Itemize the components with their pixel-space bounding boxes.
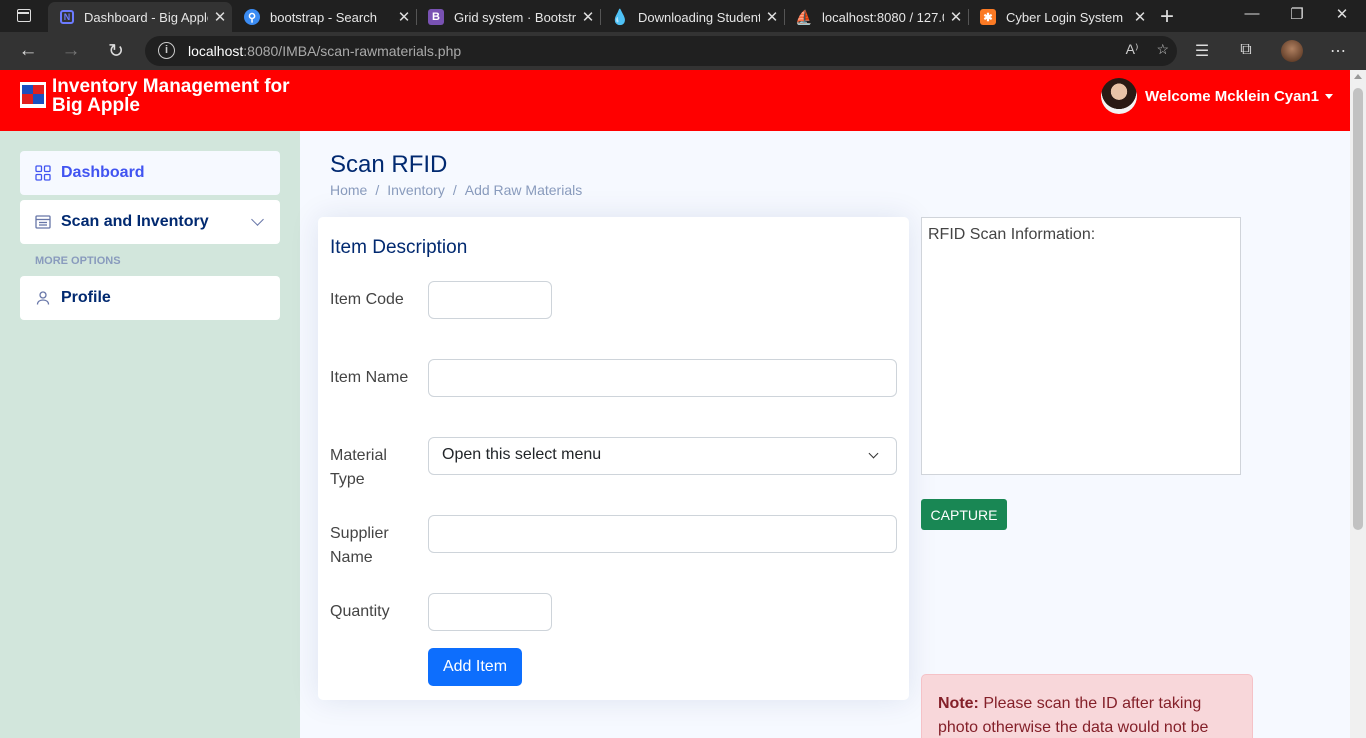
material-type-select[interactable]: Open this select menu <box>428 437 897 475</box>
web-page: Inventory Management for Big Apple Welco… <box>0 70 1350 738</box>
chevron-down-icon <box>868 448 879 459</box>
refresh-icon[interactable]: ↻ <box>104 40 128 63</box>
browser-toolbar: ← → ↻ i localhost:8080/IMBA/scan-rawmate… <box>0 32 1366 70</box>
caret-down-icon <box>1325 93 1333 99</box>
item-name-input[interactable] <box>428 359 897 397</box>
tab-phpmyadmin[interactable]: ⛵ localhost:8080 / 127.0 ✕ <box>784 2 968 32</box>
grid-icon <box>35 165 51 181</box>
tab-title: localhost:8080 / 127.0 <box>822 9 944 25</box>
quantity-label: Quantity <box>330 603 390 620</box>
url-actions: A⁾ ☆ <box>1126 41 1169 58</box>
item-code-input[interactable] <box>428 281 552 319</box>
close-icon[interactable]: ✕ <box>208 8 232 26</box>
avatar <box>1101 78 1138 114</box>
close-icon[interactable]: ✕ <box>392 8 416 26</box>
page-scrollbar[interactable] <box>1350 70 1366 738</box>
layout-icon <box>35 214 51 230</box>
note-alert: Note: Please scan the ID after taking ph… <box>921 674 1253 738</box>
breadcrumb-inventory[interactable]: Inventory <box>387 182 445 198</box>
add-item-button[interactable]: Add Item <box>428 648 522 686</box>
breadcrumb-separator: / <box>375 182 380 198</box>
breadcrumb-home[interactable]: Home <box>330 182 367 198</box>
item-code-label: Item Code <box>330 291 404 308</box>
user-menu-toggle[interactable]: Welcome Mcklein Cyan1 <box>1101 78 1333 114</box>
tab-bootstrap-search[interactable]: ⚲ bootstrap - Search ✕ <box>232 2 416 32</box>
brand-logo[interactable] <box>20 82 46 108</box>
page-title: Scan RFID <box>330 151 448 178</box>
item-name-label: Item Name <box>330 369 409 386</box>
material-type-label: Material Type <box>330 447 387 488</box>
card-title: Item Description <box>330 237 468 258</box>
favorites-icon[interactable]: ☰ <box>1190 41 1214 61</box>
tab-downloading-student[interactable]: 💧 Downloading Student ✕ <box>600 2 784 32</box>
forward-icon[interactable]: → <box>59 40 83 62</box>
minimize-icon[interactable]: — <box>1229 5 1275 22</box>
material-type-selected: Open this select menu <box>442 446 602 463</box>
sidebar-item-label: Profile <box>61 289 111 306</box>
url-path: :8080/IMBA/scan-rawmaterials.php <box>243 43 462 59</box>
capture-button[interactable]: CAPTURE <box>921 499 1007 530</box>
tab-title: Downloading Student <box>638 9 760 25</box>
breadcrumb-separator: / <box>452 182 457 198</box>
tab-title: Grid system · Bootstrap <box>454 9 576 25</box>
address-bar[interactable]: i localhost:8080/IMBA/scan-rawmaterials.… <box>145 36 1177 66</box>
close-icon[interactable]: ✕ <box>944 8 968 26</box>
url-host: localhost <box>188 43 244 59</box>
sidebar-item-dashboard[interactable]: Dashboard <box>20 151 280 195</box>
site-info-icon[interactable]: i <box>158 42 175 59</box>
nice-admin-icon: N <box>60 10 74 24</box>
breadcrumb: Home / Inventory / Add Raw Materials <box>330 182 582 198</box>
more-options-icon[interactable]: ⋯ <box>1326 41 1350 61</box>
supplier-name-label: Supplier Name <box>330 525 389 566</box>
read-aloud-icon[interactable]: A⁾ <box>1126 41 1139 58</box>
new-tab-icon[interactable]: + <box>1160 3 1174 31</box>
tab-title: Dashboard - Big Apple <box>84 9 208 25</box>
tab-actions-icon[interactable] <box>17 9 31 22</box>
welcome-text: Welcome Mcklein Cyan1 <box>1145 87 1319 105</box>
drupal-icon: 💧 <box>610 9 630 26</box>
sidebar-item-profile[interactable]: Profile <box>20 276 280 320</box>
quantity-input[interactable] <box>428 593 552 631</box>
tab-title: Cyber Login System <box>1006 9 1124 25</box>
collections-icon[interactable]: ⧉ <box>1234 41 1258 59</box>
person-icon <box>35 290 51 306</box>
tab-title: bootstrap - Search <box>270 9 377 25</box>
close-icon[interactable]: ✕ <box>760 8 784 26</box>
chevron-down-icon <box>251 213 264 226</box>
rfid-info-box[interactable]: RFID Scan Information: <box>921 217 1241 475</box>
close-icon[interactable]: ✕ <box>576 8 600 26</box>
sidebar: Dashboard Scan and Inventory MORE OPTION… <box>0 131 300 738</box>
sidebar-heading: MORE OPTIONS <box>35 255 121 267</box>
restore-icon[interactable]: ❐ <box>1274 5 1320 23</box>
search-icon: ⚲ <box>244 9 260 25</box>
phpmyadmin-icon: ⛵ <box>795 8 813 25</box>
tab-grid-system[interactable]: B Grid system · Bootstrap ✕ <box>416 2 600 32</box>
scrollbar-thumb[interactable] <box>1353 88 1363 530</box>
scroll-up-icon[interactable] <box>1354 74 1362 79</box>
site-header: Inventory Management for Big Apple Welco… <box>0 70 1350 131</box>
url-text[interactable]: localhost:8080/IMBA/scan-rawmaterials.ph… <box>188 43 461 59</box>
note-text: Please scan the ID after taking photo ot… <box>938 695 1209 736</box>
breadcrumb-current: Add Raw Materials <box>464 182 583 198</box>
note-prefix: Note: <box>938 695 979 712</box>
add-favorite-icon[interactable]: ☆ <box>1156 41 1169 58</box>
brand-title[interactable]: Inventory Management for Big Apple <box>52 77 312 115</box>
tab-cyber-login[interactable]: ✱ Cyber Login System ✕ <box>968 2 1152 32</box>
supplier-name-input[interactable] <box>428 515 897 553</box>
back-icon[interactable]: ← <box>16 40 40 62</box>
rfid-info-label: RFID Scan Information: <box>928 226 1096 243</box>
xampp-icon: ✱ <box>980 9 996 25</box>
tab-dashboard[interactable]: N Dashboard - Big Apple ✕ <box>48 2 232 32</box>
sidebar-item-label: Dashboard <box>61 164 145 181</box>
browser-profile-avatar[interactable] <box>1281 40 1303 62</box>
close-window-icon[interactable]: ✕ <box>1319 5 1365 23</box>
item-description-card: Item Description Item Code Item Name Mat… <box>318 217 909 700</box>
sidebar-item-scan-inventory[interactable]: Scan and Inventory <box>20 200 280 244</box>
close-icon[interactable]: ✕ <box>1128 8 1152 26</box>
bootstrap-icon: B <box>428 9 444 25</box>
sidebar-item-label: Scan and Inventory <box>61 213 209 230</box>
browser-tab-bar: N Dashboard - Big Apple ✕ ⚲ bootstrap - … <box>0 0 1366 32</box>
